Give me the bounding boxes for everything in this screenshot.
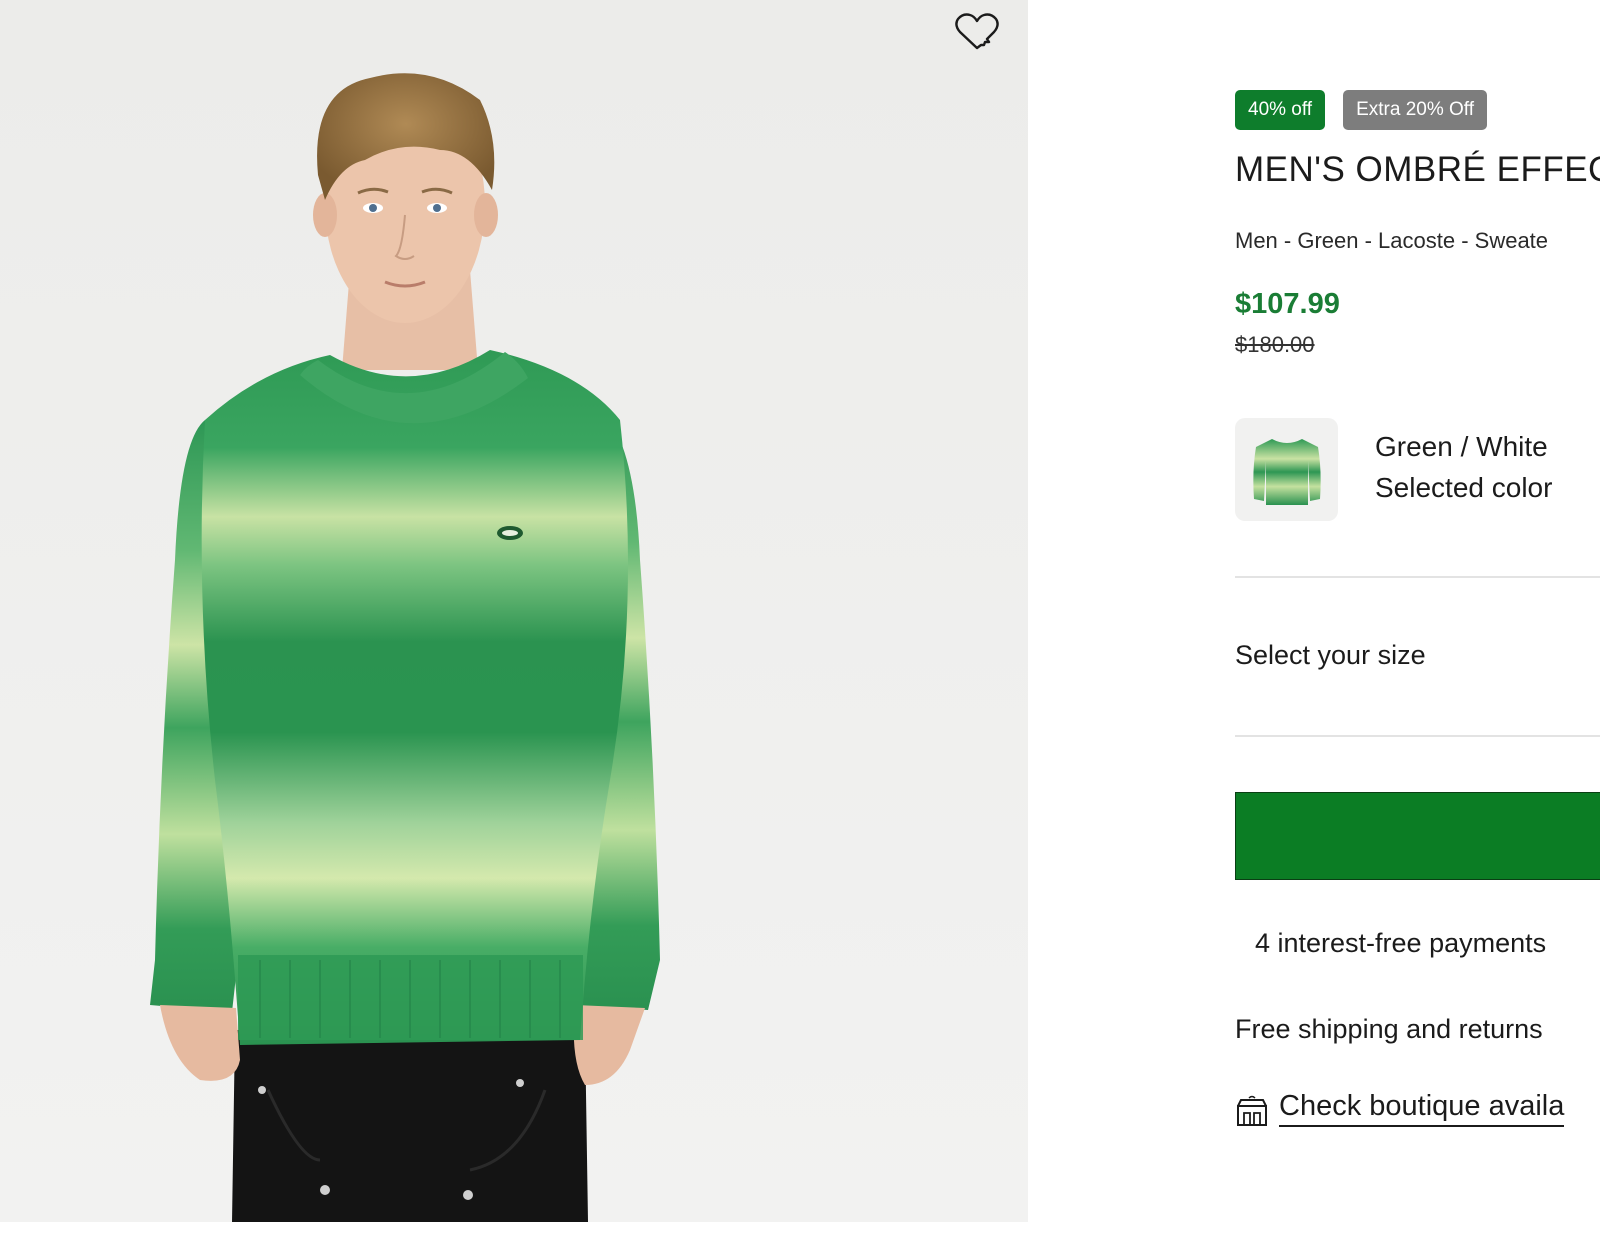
color-name: Green / White bbox=[1375, 431, 1548, 462]
color-selected-label: Selected color bbox=[1375, 472, 1553, 503]
sweater-thumbnail bbox=[1252, 438, 1321, 505]
current-price: $107.99 bbox=[1235, 288, 1340, 320]
extra-discount-badge: Extra 20% Off bbox=[1343, 90, 1488, 130]
check-boutique-link[interactable]: Check boutique availa bbox=[1235, 1090, 1565, 1128]
divider bbox=[1235, 576, 1600, 578]
wishlist-button[interactable] bbox=[954, 12, 1006, 58]
model-photo bbox=[150, 73, 660, 1222]
store-icon bbox=[1237, 1095, 1267, 1126]
discount-badge: 40% off bbox=[1235, 90, 1326, 130]
color-swatch[interactable] bbox=[1235, 418, 1338, 521]
product-breadcrumb: Men - Green - Lacoste - Sweate bbox=[1235, 228, 1549, 253]
divider bbox=[1235, 735, 1600, 737]
heart-outline-icon bbox=[955, 13, 999, 50]
original-price: $180.00 bbox=[1235, 332, 1315, 357]
product-image[interactable] bbox=[0, 0, 1028, 1222]
promo-badges: 40% off Extra 20% Off bbox=[1235, 90, 1488, 130]
product-title: MEN'S OMBRÉ EFFEC bbox=[1235, 150, 1600, 189]
product-info-panel: 40% off Extra 20% Off MEN'S OMBRÉ EFFEC … bbox=[1235, 0, 1600, 1254]
add-to-cart-button[interactable] bbox=[1235, 792, 1600, 880]
check-boutique-label: Check boutique availa bbox=[1279, 1090, 1565, 1127]
product-page: 40% off Extra 20% Off MEN'S OMBRÉ EFFEC … bbox=[0, 0, 1600, 1254]
installments-info: 4 interest-free payments bbox=[1255, 928, 1547, 958]
size-selector-label: Select your size bbox=[1235, 640, 1426, 670]
shipping-info: Free shipping and returns bbox=[1235, 1014, 1543, 1044]
size-selector[interactable]: Select your size bbox=[1235, 600, 1600, 712]
